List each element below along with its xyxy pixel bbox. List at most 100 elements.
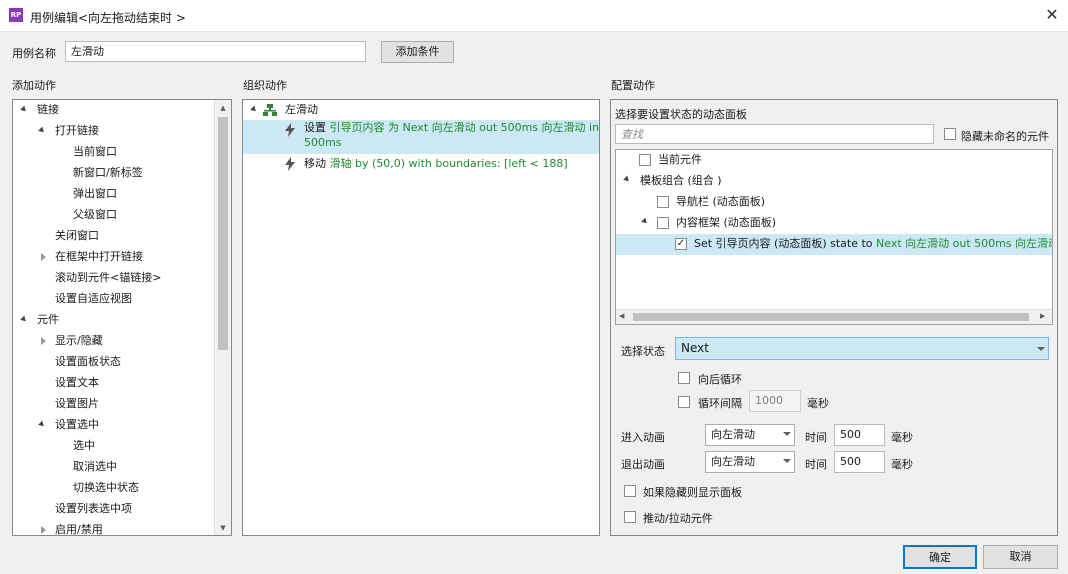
collapse-icon[interactable]	[20, 105, 28, 114]
exit-ms-label: 毫秒	[891, 458, 913, 471]
enter-time-label: 时间	[805, 431, 827, 444]
hide-unnamed-label: 隐藏未命名的元件	[961, 130, 1049, 143]
loop-interval-input[interactable]: 1000	[749, 390, 801, 412]
collapse-icon[interactable]	[623, 175, 631, 184]
tree-item[interactable]: 启用/禁用	[55, 520, 103, 535]
title-bar: RP 用例编辑<向左拖动结束时 > ✕	[0, 0, 1068, 32]
chevron-down-icon	[783, 459, 791, 463]
loop-interval-label: 循环间隔	[698, 397, 742, 410]
exit-anim-dropdown[interactable]: 向左滑动	[705, 451, 795, 473]
hide-unnamed-checkbox[interactable]	[944, 128, 956, 140]
scroll-left-icon[interactable]: ◀	[619, 312, 624, 320]
case-name-label: 用例名称	[12, 47, 56, 60]
case-label[interactable]: 左滑动	[285, 100, 318, 120]
scrollbar-thumb[interactable]	[218, 117, 228, 350]
tree-item[interactable]: 设置自适应视图	[55, 289, 132, 309]
tree-nav-bar[interactable]: 导航栏 (动态面板)	[676, 192, 765, 212]
tree-item[interactable]: 滚动到元件<锚链接>	[55, 268, 161, 288]
add-actions-scrollbar[interactable]: ▲ ▼	[214, 100, 231, 535]
tree-item[interactable]: 元件	[37, 310, 59, 330]
app-icon: RP	[9, 8, 23, 22]
collapse-icon[interactable]	[641, 217, 649, 226]
collapse-icon[interactable]	[38, 420, 46, 429]
select-state-value: Next	[681, 341, 709, 355]
tree-item[interactable]: 设置面板状态	[55, 352, 121, 372]
tree-item[interactable]: 父级窗口	[73, 205, 117, 225]
add-condition-button[interactable]: 添加条件	[381, 41, 454, 63]
expand-icon[interactable]	[41, 253, 46, 261]
current-widget-checkbox[interactable]	[639, 154, 651, 166]
loop-ms-label: 毫秒	[807, 397, 829, 410]
configure-actions-heading: 配置动作	[611, 79, 655, 92]
add-actions-panel: 链接 打开链接 当前窗口 新窗口/新标签 弹出窗口 父级窗口 关闭窗口 在框架中…	[12, 99, 232, 536]
scrollbar-thumb[interactable]	[633, 313, 1029, 321]
enter-anim-label: 进入动画	[621, 431, 665, 444]
close-icon[interactable]: ✕	[1040, 4, 1064, 28]
case-name-input[interactable]: 左滑动	[65, 41, 366, 62]
tree-item[interactable]: 在框架中打开链接	[55, 247, 143, 267]
tree-item[interactable]: 设置选中	[55, 415, 99, 435]
show-if-hidden-checkbox[interactable]	[624, 485, 636, 497]
exit-anim-value: 向左滑动	[711, 455, 755, 468]
tree-content-frame[interactable]: 内容框架 (动态面板)	[676, 213, 776, 233]
exit-time-input[interactable]: 500	[834, 451, 885, 473]
lightning-icon	[285, 123, 295, 137]
action-set-line2[interactable]: 500ms	[304, 136, 341, 150]
nav-bar-checkbox[interactable]	[657, 196, 669, 208]
ok-button[interactable]: 确定	[903, 545, 977, 569]
show-if-hidden-label: 如果隐藏则显示面板	[643, 486, 742, 499]
tree-item[interactable]: 切换选中状态	[73, 478, 139, 498]
add-actions-heading: 添加动作	[12, 79, 56, 92]
scroll-up-icon[interactable]: ▲	[215, 103, 231, 113]
select-state-dropdown[interactable]: Next	[675, 337, 1049, 360]
search-input[interactable]: 查找	[615, 124, 934, 144]
tree-item[interactable]: 设置图片	[55, 394, 99, 414]
collapse-icon[interactable]	[20, 315, 28, 324]
tree-item[interactable]: 链接	[37, 100, 59, 120]
tree-item[interactable]: 显示/隐藏	[55, 331, 103, 351]
loop-back-checkbox[interactable]	[678, 372, 690, 384]
tree-item[interactable]: 关闭窗口	[55, 226, 99, 246]
tree-item[interactable]: 取消选中	[73, 457, 117, 477]
loop-back-label: 向后循环	[698, 373, 742, 386]
chevron-down-icon	[783, 432, 791, 436]
tree-item[interactable]: 弹出窗口	[73, 184, 117, 204]
cancel-button[interactable]: 取消	[983, 545, 1058, 569]
tree-group[interactable]: 模板组合 (组合 )	[640, 171, 722, 191]
expand-icon[interactable]	[41, 526, 46, 534]
tree-horizontal-scrollbar[interactable]: ◀ ▶	[616, 309, 1052, 324]
tree-item[interactable]: 设置列表选中项	[55, 499, 132, 519]
tree-item[interactable]: 打开链接	[55, 121, 99, 141]
exit-time-label: 时间	[805, 458, 827, 471]
set-state-checkbox[interactable]: ✓	[675, 238, 687, 250]
scroll-down-icon[interactable]: ▼	[215, 523, 231, 533]
select-state-label: 选择状态	[621, 345, 665, 358]
tree-set-state[interactable]: Set 引导页内容 (动态面板) state to Next 向左滑动 out …	[694, 234, 1052, 254]
panel-selector-heading: 选择要设置状态的动态面板	[615, 108, 747, 121]
window-title: 用例编辑<向左拖动结束时 >	[30, 11, 186, 25]
scroll-right-icon[interactable]: ▶	[1040, 312, 1045, 320]
tree-item[interactable]: 新窗口/新标签	[73, 163, 143, 183]
exit-anim-label: 退出动画	[621, 458, 665, 471]
push-pull-label: 推动/拉动元件	[643, 512, 713, 525]
organize-actions-panel: 左滑动 设置 引导页内容 为 Next 向左滑动 out 500ms 向左滑动 …	[242, 99, 600, 536]
organize-actions-heading: 组织动作	[243, 79, 287, 92]
loop-interval-checkbox[interactable]	[678, 396, 690, 408]
collapse-icon[interactable]	[38, 126, 46, 135]
enter-ms-label: 毫秒	[891, 431, 913, 444]
tree-current-widget[interactable]: 当前元件	[658, 150, 702, 170]
expand-icon[interactable]	[41, 337, 46, 345]
enter-anim-dropdown[interactable]: 向左滑动	[705, 424, 795, 446]
action-move[interactable]: 移动 滑轴 by (50,0) with boundaries: [left <…	[304, 154, 568, 174]
enter-time-input[interactable]: 500	[834, 424, 885, 446]
tree-item[interactable]: 当前窗口	[73, 142, 117, 162]
panel-tree: 当前元件 模板组合 (组合 ) 导航栏 (动态面板) 内容框架 (动态面板) ✓…	[615, 149, 1053, 325]
action-set-line1[interactable]: 设置 引导页内容 为 Next 向左滑动 out 500ms 向左滑动 in	[304, 121, 599, 135]
content-frame-checkbox[interactable]	[657, 217, 669, 229]
configure-actions-panel: 选择要设置状态的动态面板 查找 隐藏未命名的元件 当前元件 模板组合 (组合 )…	[610, 99, 1058, 536]
chevron-down-icon	[1037, 347, 1045, 351]
tree-item[interactable]: 设置文本	[55, 373, 99, 393]
push-pull-checkbox[interactable]	[624, 511, 636, 523]
tree-item[interactable]: 选中	[73, 436, 95, 456]
collapse-icon[interactable]	[250, 105, 258, 114]
